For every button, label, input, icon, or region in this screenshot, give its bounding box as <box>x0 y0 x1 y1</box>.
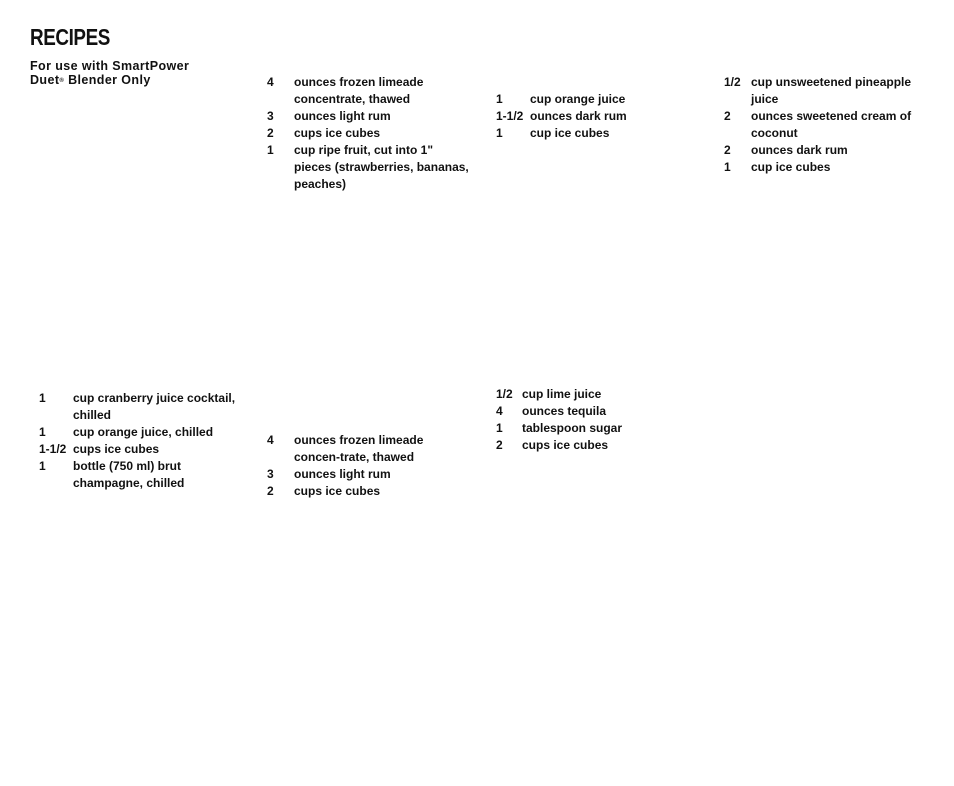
ingredient-quantity: 2 <box>724 109 731 123</box>
ingredient-row: 1 tablespoon sugar <box>496 420 696 437</box>
subtitle-line-2: Blender Only <box>64 73 151 87</box>
ingredient-quantity: 3 <box>267 109 274 123</box>
recipe-ingredient-list: 1/2 cup lime juice 4 ounces tequila 1 table… <box>496 386 696 454</box>
ingredient-quantity: 1 <box>39 391 46 405</box>
ingredient-row: 1-1/2 cups ice cubes <box>39 441 239 458</box>
ingredient-description: cup ice cubes <box>751 160 831 174</box>
ingredient-quantity: 1 <box>39 425 46 439</box>
ingredient-description: tablespoon sugar <box>522 421 623 435</box>
ingredient-description: cup ripe fruit, cut into 1" pieces (stra… <box>294 143 469 191</box>
ingredient-row: 4 ounces frozen limeade concen-trate, tha… <box>267 432 472 466</box>
ingredient-row: 3 ounces light rum <box>267 108 472 125</box>
ingredient-row: 1 cup orange juice <box>496 91 696 108</box>
ingredient-description: ounces light rum <box>294 109 391 123</box>
ingredient-quantity: 2 <box>496 438 503 452</box>
ingredient-quantity: 4 <box>267 433 274 447</box>
ingredient-description: cup cranberry juice cocktail, chilled <box>73 391 236 422</box>
ingredient-quantity: 1/2 <box>724 75 741 89</box>
recipe-ingredient-list: 1 cup cranberry juice cocktail, chilled 1… <box>39 390 239 492</box>
ingredient-description: cups ice cubes <box>294 484 381 498</box>
ingredient-description: ounces light rum <box>294 467 391 481</box>
ingredient-quantity: 1 <box>496 92 503 106</box>
ingredient-description: cup unsweetened pineapple juice <box>751 75 912 106</box>
ingredient-row: 1 cup ripe fruit, cut into 1" pieces (str… <box>267 142 472 193</box>
ingredient-quantity: 1-1/2 <box>496 109 524 123</box>
ingredient-description: bottle (750 ml) brut champagne, chilled <box>73 459 185 490</box>
ingredient-description: ounces tequila <box>522 404 607 418</box>
ingredient-description: cup ice cubes <box>530 126 610 140</box>
ingredient-description: ounces dark rum <box>751 143 848 157</box>
ingredient-quantity: 4 <box>496 404 503 418</box>
subtitle-line-1: For use with SmartPower <box>30 59 190 73</box>
ingredient-row: 1/2 cup lime juice <box>496 386 696 403</box>
ingredient-description: cups ice cubes <box>73 442 160 456</box>
ingredient-quantity: 4 <box>267 75 274 89</box>
ingredient-row: 1 cup ice cubes <box>496 125 696 142</box>
ingredient-row: 1 bottle (750 ml) brut champagne, chilled <box>39 458 239 492</box>
registered-mark: ® <box>59 78 65 84</box>
ingredient-quantity: 1-1/2 <box>39 442 67 456</box>
subtitle-brand: Duet <box>30 73 60 87</box>
ingredient-description: ounces sweetened cream of coconut <box>751 109 912 140</box>
ingredient-row: 2 cups ice cubes <box>496 437 696 454</box>
recipe-ingredient-list: 4 ounces frozen limeade concentrate, thaw… <box>267 74 472 193</box>
ingredient-row: 1-1/2 ounces dark rum <box>496 108 696 125</box>
ingredient-quantity: 1 <box>496 421 503 435</box>
ingredient-quantity: 1 <box>267 143 274 157</box>
ingredient-row: 2 cups ice cubes <box>267 483 472 500</box>
page-subtitle: For use with SmartPower Duet® Blender On… <box>30 59 189 87</box>
ingredient-description: ounces frozen limeade concen-trate, thaw… <box>294 433 424 464</box>
ingredient-row: 1 cup cranberry juice cocktail, chilled <box>39 390 239 424</box>
ingredient-row: 1 cup orange juice, chilled <box>39 424 239 441</box>
recipe-ingredient-list: 4 ounces frozen limeade concen-trate, tha… <box>267 432 472 500</box>
ingredient-row: 4 ounces frozen limeade concentrate, thaw… <box>267 74 472 108</box>
ingredient-description: cup lime juice <box>522 387 602 401</box>
ingredient-quantity: 2 <box>267 126 274 140</box>
ingredient-row: 2 cups ice cubes <box>267 125 472 142</box>
ingredient-quantity: 1/2 <box>496 387 513 401</box>
ingredient-row: 4 ounces tequila <box>496 403 696 420</box>
ingredient-quantity: 1 <box>39 459 46 473</box>
ingredient-quantity: 2 <box>724 143 731 157</box>
recipe-ingredient-list: 1/2 cup unsweetened pineapple juice 2 ounc… <box>724 74 914 176</box>
page-title: RECIPES <box>30 24 110 50</box>
ingredient-quantity: 1 <box>496 126 503 140</box>
ingredient-description: ounces frozen limeade concentrate, thawe… <box>294 75 424 106</box>
ingredient-row: 3 ounces light rum <box>267 466 472 483</box>
ingredient-description: ounces dark rum <box>530 109 627 123</box>
ingredient-quantity: 2 <box>267 484 274 498</box>
ingredient-description: cup orange juice <box>530 92 626 106</box>
recipe-ingredient-list: 1 cup orange juice 1-1/2 ounces dark rum 1… <box>496 91 696 142</box>
ingredient-quantity: 1 <box>724 160 731 174</box>
ingredient-row: 1/2 cup unsweetened pineapple juice <box>724 74 914 108</box>
ingredient-row: 2 ounces sweetened cream of coconut <box>724 108 914 142</box>
ingredient-row: 1 cup ice cubes <box>724 159 914 176</box>
ingredient-description: cup orange juice, chilled <box>73 425 214 439</box>
ingredient-row: 2 ounces dark rum <box>724 142 914 159</box>
ingredient-quantity: 3 <box>267 467 274 481</box>
ingredient-description: cups ice cubes <box>522 438 609 452</box>
ingredient-description: cups ice cubes <box>294 126 381 140</box>
